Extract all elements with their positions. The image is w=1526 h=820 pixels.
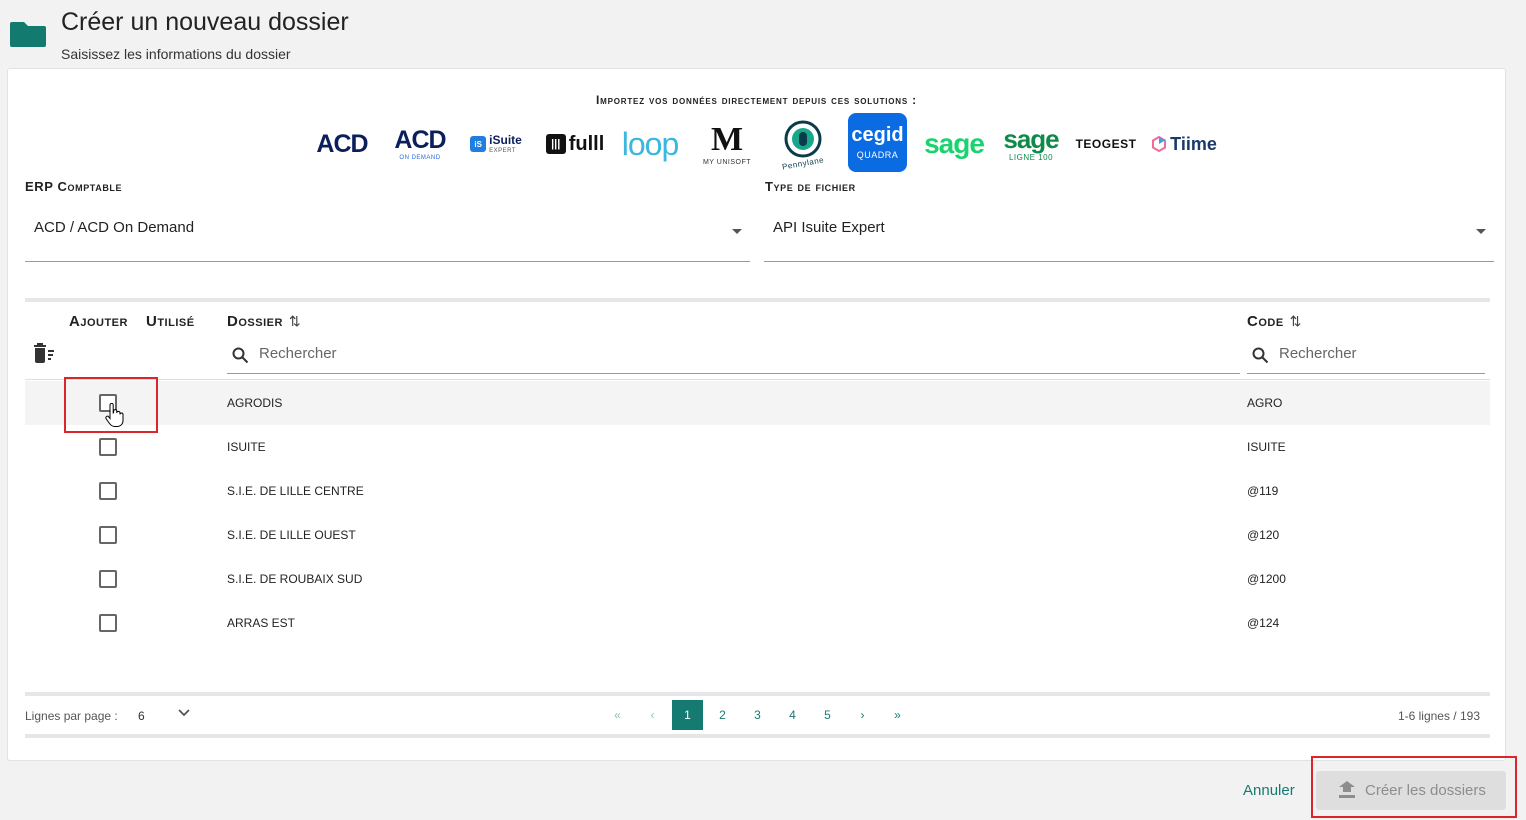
prev-page-button[interactable]: ‹ (637, 700, 668, 730)
logo-sage-ligne-100: sage LIGNE 100 (1003, 124, 1059, 162)
add-checkbox[interactable] (99, 570, 117, 588)
add-checkbox[interactable] (99, 526, 117, 544)
dossier-search[interactable] (227, 339, 1240, 374)
hand-cursor-icon (105, 403, 124, 427)
logo-cegid-quadra: cegid QUADRA (848, 113, 907, 172)
sort-icon[interactable]: ⇅ (289, 313, 301, 329)
logo-sage: sage (924, 128, 985, 159)
caret-down-icon (1476, 229, 1486, 234)
page-subtitle: Saisissez les informations du dossier (61, 46, 291, 62)
logo-acd-on-demand: ACD ON DEMAND (394, 125, 446, 161)
erp-select-value: ACD / ACD On Demand (34, 219, 195, 236)
next-page-button[interactable]: › (847, 700, 878, 730)
rows-per-page-select[interactable]: 6 (138, 709, 145, 723)
dossier-name: S.I.E. DE LILLE OUEST (227, 528, 356, 542)
logo-fulll: ||| fulll (543, 113, 607, 175)
add-checkbox[interactable] (99, 614, 117, 632)
last-page-button[interactable]: » (882, 700, 913, 730)
dialog-header: Créer un nouveau dossier Saisissez les i… (0, 0, 1526, 66)
table-row[interactable]: S.I.E. DE ROUBAIX SUD @1200 (25, 557, 1490, 601)
rows-per-page-label: Lignes par page : (25, 709, 118, 723)
solution-logos: ACD ACD ON DEMAND iS iSuite EXPERT ||| f… (311, 113, 1221, 175)
code-search[interactable] (1247, 339, 1485, 374)
table-row[interactable]: S.I.E. DE LILLE CENTRE @119 (25, 469, 1490, 513)
dossier-table-body: AGRODIS AGRO ISUITE ISUITE S.I.E. DE LIL… (25, 381, 1490, 645)
logo-acd: ACD (316, 129, 368, 158)
header-divider (25, 379, 1490, 380)
pennylane-icon (784, 120, 822, 158)
dossier-name: S.I.E. DE LILLE CENTRE (227, 484, 364, 498)
column-header-code[interactable]: Code ⇅ (1247, 313, 1302, 330)
page-button-1[interactable]: 1 (672, 700, 703, 730)
rows-range: 1-6 lignes / 193 (1397, 709, 1480, 723)
import-title: Importez vos données directement depuis … (596, 93, 917, 107)
column-header-used: Utilisé (146, 313, 195, 330)
annotation-highlight-create (1311, 756, 1517, 818)
logo-my-unisoft: M MY UNISOFT (702, 120, 752, 166)
delete-sweep-icon[interactable] (32, 343, 56, 365)
page-title: Créer un nouveau dossier (61, 8, 349, 36)
table-top-divider (25, 298, 1490, 302)
logo-teogest: TEOGEST (1075, 137, 1137, 151)
logo-pennylane: Pennylane (771, 113, 835, 175)
file-type-select[interactable]: API Isuite Expert (764, 207, 1494, 262)
form-card: Importez vos données directement depuis … (7, 68, 1506, 761)
table-row[interactable]: ARRAS EST @124 (25, 601, 1490, 645)
code-search-input[interactable] (1279, 345, 1470, 362)
pager-top-divider (25, 692, 1490, 696)
erp-label: ERP Comptable (25, 179, 123, 194)
page-button-4[interactable]: 4 (777, 700, 808, 730)
search-icon (1252, 347, 1269, 364)
dossier-name: ISUITE (227, 440, 266, 454)
table-row[interactable]: AGRODIS AGRO (25, 381, 1490, 425)
add-checkbox[interactable] (99, 438, 117, 456)
logo-tiime: Tiime (1149, 113, 1219, 175)
pager-bottom-divider (25, 734, 1490, 738)
column-header-code-label: Code (1247, 313, 1284, 330)
logo-loop: loop (621, 126, 679, 162)
logo-isuite-expert: iS iSuite EXPERT (465, 113, 527, 175)
dossier-name: ARRAS EST (227, 616, 296, 630)
first-page-button[interactable]: « (602, 700, 633, 730)
file-type-label: Type de fichier (765, 179, 856, 194)
cancel-button[interactable]: Annuler (1243, 782, 1295, 799)
dossier-code: ISUITE (1247, 440, 1286, 454)
add-checkbox[interactable] (99, 482, 117, 500)
tiime-icon (1152, 136, 1167, 152)
dossier-code: @119 (1247, 484, 1279, 498)
column-header-dossier-label: Dossier (227, 313, 283, 330)
dossier-code: @1200 (1247, 572, 1286, 586)
page-button-2[interactable]: 2 (707, 700, 738, 730)
dossier-name: S.I.E. DE ROUBAIX SUD (227, 572, 363, 586)
erp-select[interactable]: ACD / ACD On Demand (25, 207, 750, 262)
sort-icon[interactable]: ⇅ (1290, 313, 1302, 329)
dossier-search-input[interactable] (259, 345, 1070, 362)
table-row[interactable]: S.I.E. DE LILLE OUEST @120 (25, 513, 1490, 557)
dossier-code: @124 (1247, 616, 1280, 630)
table-row[interactable]: ISUITE ISUITE (25, 425, 1490, 469)
dossier-name: AGRODIS (227, 396, 283, 410)
folder-icon (10, 22, 46, 47)
dossier-code: AGRO (1247, 396, 1283, 410)
caret-down-icon (732, 229, 742, 234)
page-button-3[interactable]: 3 (742, 700, 773, 730)
file-type-select-value: API Isuite Expert (773, 219, 885, 236)
dossier-code: @120 (1247, 528, 1280, 542)
column-header-add: Ajouter (69, 313, 128, 330)
page-button-5[interactable]: 5 (812, 700, 843, 730)
column-header-dossier[interactable]: Dossier ⇅ (227, 313, 301, 330)
chevron-down-icon[interactable] (177, 706, 191, 720)
search-icon (232, 347, 249, 364)
